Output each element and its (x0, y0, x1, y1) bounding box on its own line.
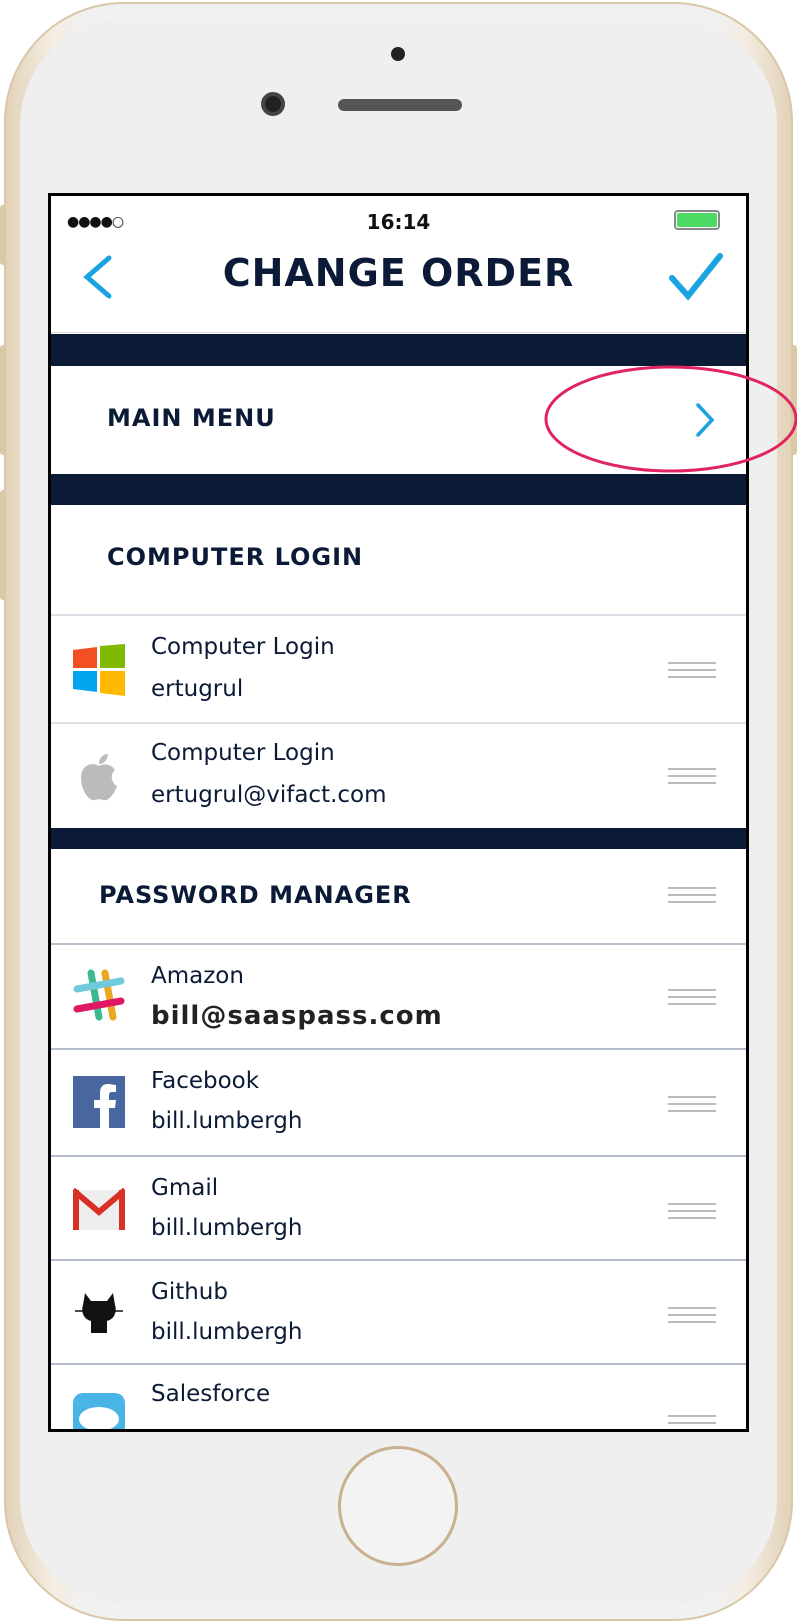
page-title: CHANGE ORDER (222, 251, 575, 295)
item-subtitle: bill@saaspass.com (151, 1001, 443, 1031)
drag-handle-icon[interactable] (668, 989, 716, 1005)
mute-switch (0, 205, 6, 265)
section-divider (51, 474, 746, 505)
home-button[interactable] (338, 1446, 458, 1566)
section-divider (51, 334, 746, 366)
main-menu-row[interactable]: MAIN MENU (51, 366, 746, 474)
status-time: 16:14 (366, 210, 431, 234)
section-header-password-manager[interactable]: PASSWORD MANAGER (51, 849, 746, 945)
facebook-icon (73, 1076, 125, 1128)
list-item[interactable]: Facebook bill.lumbergh (51, 1050, 746, 1157)
main-menu-label: MAIN MENU (107, 404, 276, 432)
item-title: Computer Login (151, 634, 335, 660)
section-title: PASSWORD MANAGER (99, 881, 412, 909)
chevron-right-icon (696, 403, 715, 437)
section-title: COMPUTER LOGIN (107, 543, 364, 571)
drag-handle-icon[interactable] (668, 1415, 716, 1429)
item-subtitle: bill.lumbergh (151, 1319, 303, 1345)
checkmark-icon (669, 253, 723, 301)
list-item[interactable]: Computer Login ertugrul (51, 616, 746, 724)
item-title: Facebook (151, 1068, 260, 1094)
slack-icon (73, 969, 125, 1021)
section-header-computer-login: COMPUTER LOGIN (51, 505, 746, 616)
github-icon (75, 1293, 123, 1333)
item-subtitle: bill.lumbergh (151, 1108, 303, 1134)
list-item[interactable]: Computer Login ertugrul@vifact.com (51, 724, 746, 828)
section-divider (51, 828, 746, 849)
sensor (391, 47, 405, 61)
item-title: Amazon (151, 963, 244, 989)
drag-handle-icon[interactable] (668, 662, 716, 678)
item-subtitle: ertugrul@vifact.com (151, 782, 387, 808)
windows-icon (73, 644, 125, 696)
gmail-icon (73, 1187, 125, 1230)
salesforce-icon (73, 1393, 125, 1429)
volume-up-button (0, 345, 6, 455)
volume-down-button (0, 490, 6, 600)
confirm-button[interactable] (668, 252, 724, 306)
list-item[interactable]: Github bill.lumbergh (51, 1261, 746, 1365)
screen: ●●●●○ 16:14 CHANGE ORDER MAIN MENU COMPU… (48, 193, 749, 1432)
item-subtitle: bill.lumbergh (151, 1215, 303, 1241)
item-subtitle: ertugrul (151, 676, 244, 702)
drag-handle-icon[interactable] (668, 887, 716, 903)
item-title: Github (151, 1279, 228, 1305)
front-camera (261, 92, 285, 116)
item-title: Salesforce (151, 1381, 271, 1407)
drag-handle-icon[interactable] (668, 1203, 716, 1219)
drag-handle-icon[interactable] (668, 1096, 716, 1112)
apple-icon (81, 754, 117, 801)
power-button (791, 345, 797, 455)
item-title: Gmail (151, 1175, 219, 1201)
list-item[interactable]: Salesforce (51, 1365, 746, 1429)
drag-handle-icon[interactable] (668, 768, 716, 784)
list-item[interactable]: Gmail bill.lumbergh (51, 1157, 746, 1261)
earpiece-speaker (338, 99, 462, 111)
drag-handle-icon[interactable] (668, 1307, 716, 1323)
item-title: Computer Login (151, 740, 335, 766)
list-item[interactable]: Amazon bill@saaspass.com (51, 945, 746, 1050)
